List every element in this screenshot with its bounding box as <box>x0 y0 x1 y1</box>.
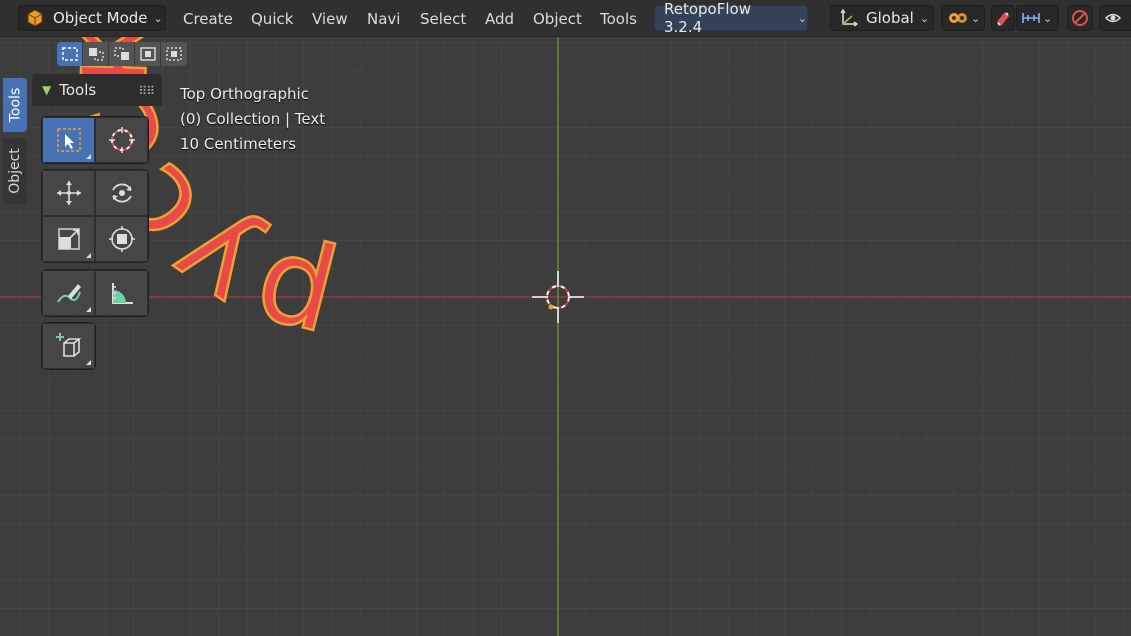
select-box-tool[interactable] <box>42 117 95 163</box>
menu-object[interactable]: Object <box>533 9 582 29</box>
object-mode-cube-icon <box>25 8 45 28</box>
selection-mode-buttons <box>57 42 187 66</box>
viewport-header: Object Mode ⌄ Create Quick View Navi Sel… <box>0 0 1131 37</box>
tab-tools-label: Tools <box>7 87 23 123</box>
tool-group-transform <box>41 169 149 263</box>
scale-icon <box>54 224 84 254</box>
tab-object-label: Object <box>7 148 24 194</box>
mode-selector[interactable]: Object Mode ⌄ <box>18 5 166 31</box>
measure-icon <box>107 278 137 308</box>
scale-tool[interactable] <box>42 216 95 262</box>
chevron-down-icon: ⌄ <box>971 11 981 25</box>
orientation-label: Global <box>866 9 914 27</box>
visibility-icon <box>1104 10 1122 26</box>
transform-orientation-icon <box>838 8 858 28</box>
proportional-editing-toggle[interactable] <box>1067 5 1093 31</box>
visibility-dropdown[interactable] <box>1099 5 1131 31</box>
snap-target-dropdown[interactable]: ⌄ <box>1016 5 1059 31</box>
cursor-tool[interactable] <box>95 117 148 163</box>
retopoflow-button[interactable]: RetopoFlow 3.2.4 ⌄ <box>654 0 808 36</box>
add-cube-tool[interactable] <box>42 323 95 369</box>
tool-group-add <box>41 322 96 370</box>
move-tool[interactable] <box>42 170 95 216</box>
view-name-label: Top Orthographic <box>180 85 309 103</box>
pivot-point-dropdown[interactable]: ⌄ <box>941 5 985 31</box>
tools-panel-title: Tools <box>59 81 97 99</box>
tool-group-select <box>41 116 149 164</box>
menu-create[interactable]: Create <box>183 9 233 29</box>
proportional-editing-icon <box>1071 9 1089 27</box>
chevron-down-icon: ⌄ <box>153 11 163 25</box>
tools-panel-header[interactable]: ▼ Tools ⠿⠿ <box>32 74 162 106</box>
chevron-down-icon: ⌄ <box>919 11 930 25</box>
menu-tools[interactable]: Tools <box>600 9 637 29</box>
viewport-3d[interactable]: русский текст <box>0 0 1131 636</box>
snap-toggle[interactable] <box>991 5 1015 31</box>
select-extend-button[interactable] <box>83 42 109 66</box>
select-invert-button[interactable] <box>135 42 161 66</box>
move-icon <box>54 178 84 208</box>
mode-label: Object Mode <box>53 9 148 27</box>
menu-add[interactable]: Add <box>485 9 514 29</box>
transform-icon <box>107 224 137 254</box>
drag-handle-icon[interactable]: ⠿⠿ <box>138 84 155 98</box>
rotate-icon <box>107 178 137 208</box>
retopoflow-label: RetopoFlow 3.2.4 <box>664 0 751 36</box>
transform-orientation-dropdown[interactable]: Global ⌄ <box>830 5 934 31</box>
add-cube-icon <box>54 331 84 361</box>
select-intersect-button[interactable] <box>161 42 187 66</box>
annotate-tool[interactable] <box>42 270 95 316</box>
grid-scale-label: 10 Centimeters <box>180 135 297 153</box>
select-box-icon <box>54 125 84 155</box>
rotate-tool[interactable] <box>95 170 148 216</box>
chevron-down-icon: ⌄ <box>797 11 807 25</box>
collection-info-label: (0) Collection | Text <box>180 110 326 128</box>
menu-quick[interactable]: Quick <box>251 9 293 29</box>
measure-tool[interactable] <box>95 270 148 316</box>
menu-view[interactable]: View <box>312 9 348 29</box>
collapse-triangle-icon[interactable]: ▼ <box>42 83 51 97</box>
menu-select[interactable]: Select <box>420 9 466 29</box>
chevron-down-icon: ⌄ <box>1043 11 1053 25</box>
snap-magnet-icon <box>995 10 1011 26</box>
select-new-button[interactable] <box>57 42 83 66</box>
tab-object[interactable]: Object <box>3 138 27 204</box>
tool-group-annotate <box>41 269 149 317</box>
select-subtract-button[interactable] <box>109 42 135 66</box>
cursor-icon <box>107 125 137 155</box>
overlays-icon <box>947 11 969 25</box>
transform-tool[interactable] <box>95 216 148 262</box>
menu-navi[interactable]: Navi <box>367 9 400 29</box>
tab-tools[interactable]: Tools <box>3 78 27 132</box>
annotate-icon <box>54 278 84 308</box>
snap-increment-icon <box>1021 11 1041 25</box>
